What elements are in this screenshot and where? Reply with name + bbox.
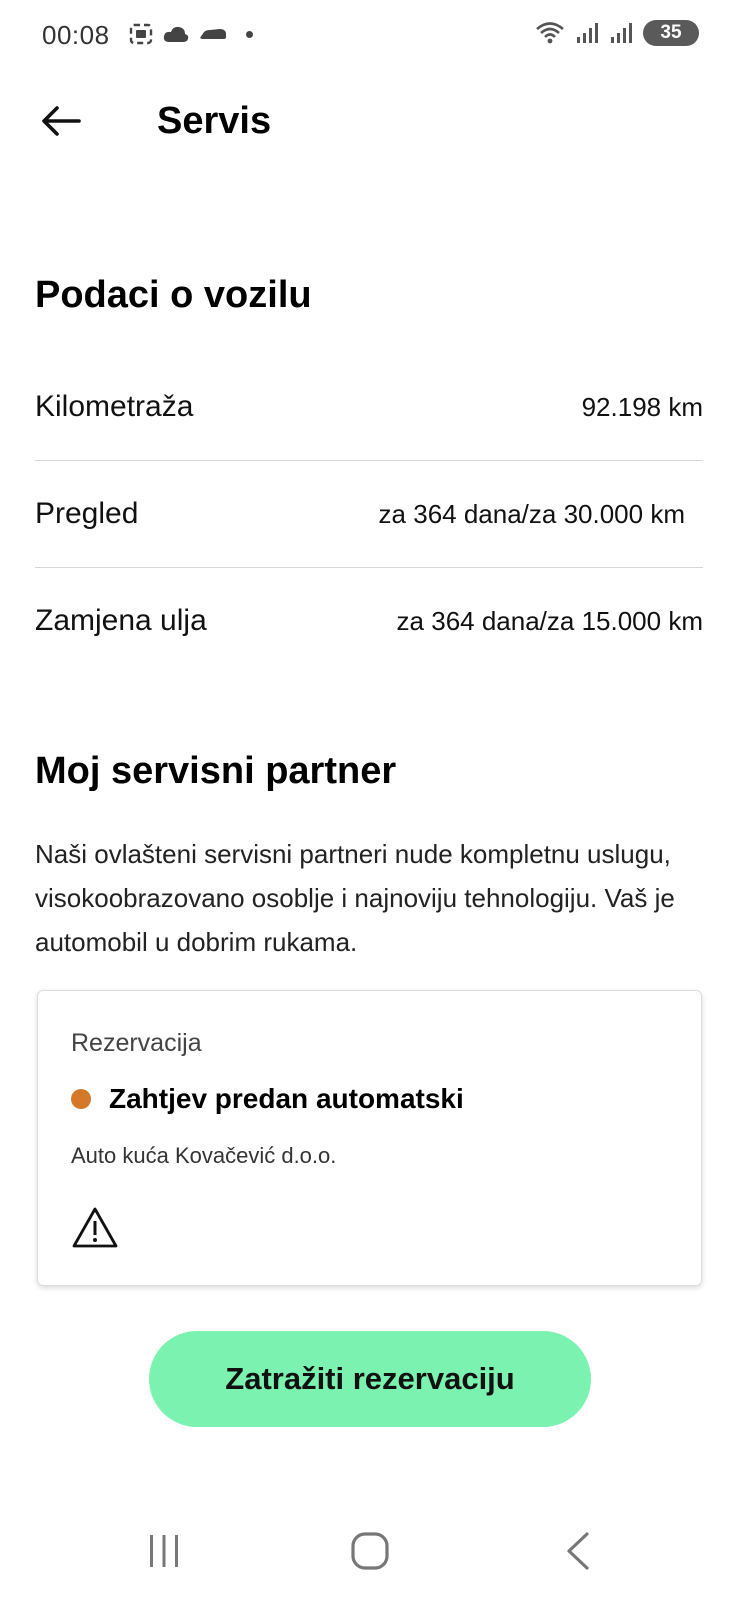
status-time: 00:08 xyxy=(42,20,110,50)
mileage-value: 92.198 km xyxy=(581,391,703,422)
system-icons: 35 xyxy=(535,20,699,46)
mileage-row: Kilometraža 92.198 km xyxy=(35,354,703,460)
reservation-card[interactable]: Rezervacija Zahtjev predan automatski Au… xyxy=(37,990,702,1286)
nav-recents-button[interactable] xyxy=(134,1526,194,1576)
inspection-row: Pregled za 364 dana/za 30.000 km xyxy=(35,461,703,567)
mileage-label: Kilometraža xyxy=(35,390,194,423)
dealer-name: Auto kuća Kovačević d.o.o. xyxy=(71,1143,337,1168)
inspection-label: Pregled xyxy=(35,497,139,530)
status-bar: 00:08 35 xyxy=(0,0,739,70)
page-title: Servis xyxy=(157,100,272,142)
partner-description: Naši ovlašteni servisni partneri nude ko… xyxy=(35,839,675,957)
car-icon xyxy=(200,29,226,39)
chevron-left-icon xyxy=(567,1532,589,1570)
home-icon xyxy=(351,1532,389,1570)
cloud-icon xyxy=(163,26,189,42)
inspection-value: za 364 dana/za 30.000 km xyxy=(378,498,685,529)
vehicle-section-title: Podaci o vozilu xyxy=(35,274,312,316)
wifi-icon xyxy=(536,22,564,44)
signal-icon-1 xyxy=(577,23,598,43)
notification-icons xyxy=(128,22,253,46)
oil-change-value: za 364 dana/za 15.000 km xyxy=(396,605,703,636)
arrow-left-icon xyxy=(42,106,81,136)
system-nav-bar xyxy=(0,1500,739,1600)
back-button[interactable] xyxy=(36,98,86,144)
battery-indicator: 35 xyxy=(643,20,699,46)
reservation-status-text: Zahtjev predan automatski xyxy=(109,1083,464,1114)
more-notifications-dot xyxy=(246,30,253,38)
reservation-status: Zahtjev predan automatski xyxy=(71,1083,464,1115)
recents-icon xyxy=(150,1535,178,1567)
oil-change-label: Zamjena ulja xyxy=(35,604,207,637)
warning-triangle-icon xyxy=(72,1207,118,1248)
reservation-label: Rezervacija xyxy=(71,1029,202,1057)
app-bar: Servis xyxy=(0,80,739,160)
status-dot-icon xyxy=(71,1089,91,1109)
request-reservation-button[interactable]: Zatražiti rezervaciju xyxy=(149,1331,591,1427)
nav-back-button[interactable] xyxy=(548,1526,608,1576)
partner-section-title: Moj servisni partner xyxy=(35,750,397,792)
signal-icon-2 xyxy=(611,23,632,43)
oil-change-row: Zamjena ulja za 364 dana/za 15.000 km xyxy=(35,568,703,674)
nav-home-button[interactable] xyxy=(340,1526,400,1576)
screenshot-icon xyxy=(129,23,153,45)
